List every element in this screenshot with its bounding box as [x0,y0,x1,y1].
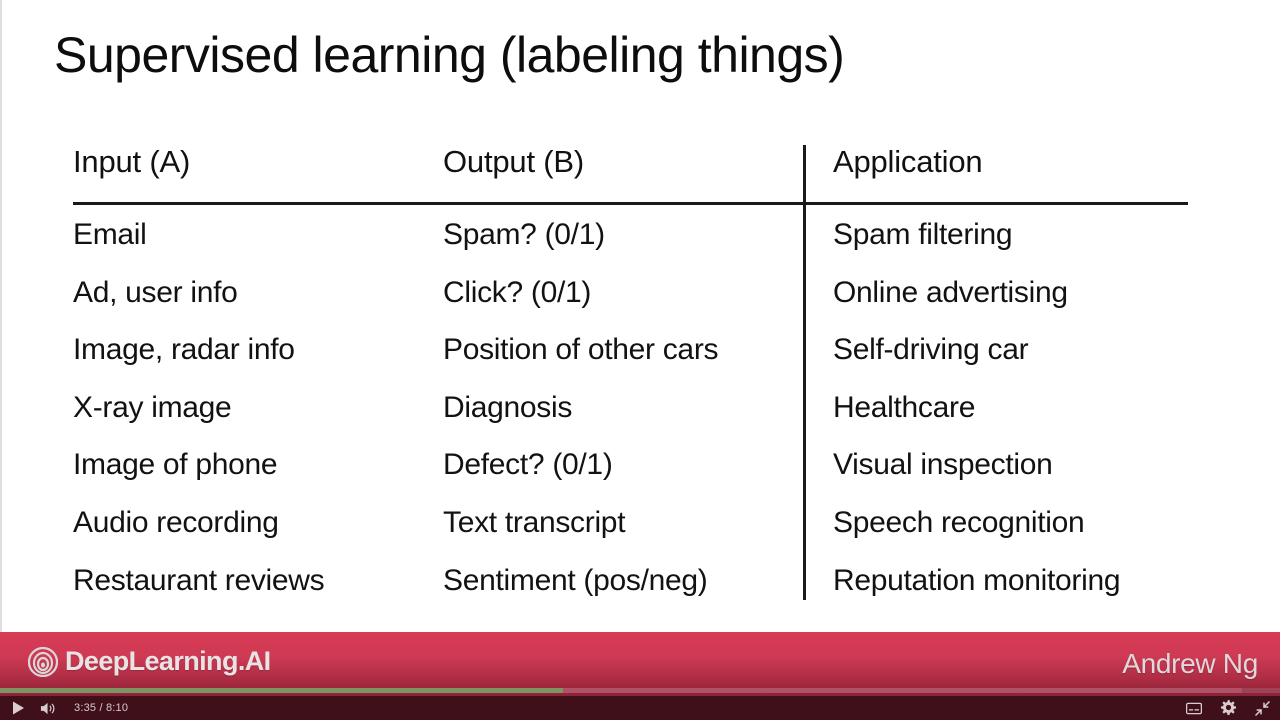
column-header-output: Output (B) [443,144,584,179]
table-cell-output: Diagnosis [443,390,573,424]
slide-canvas: Supervised learning (labeling things) In… [0,0,1280,632]
table-cell-input: Email [73,218,147,251]
table-cell-input: X-ray image [73,390,232,424]
table-cell-application: Online advertising [833,275,1068,309]
time-display: 3:35 / 8:10 [74,702,129,714]
table-cell-output: Position of other cars [443,333,719,367]
gear-icon[interactable] [1220,700,1236,716]
table-cell-output: Click? (0/1) [443,275,592,309]
column-cells-input: Email Ad, user info Image, radar info X-… [73,206,433,609]
table-cell-output: Defect? (0/1) [443,448,613,482]
table-column-input: Input (A) Email Ad, user info Image, rad… [73,134,433,609]
presenter-name: Andrew Ng [1122,648,1258,679]
supervised-learning-table: Input (A) Email Ad, user info Image, rad… [2,134,1280,614]
column-cells-output: Spam? (0/1) Click? (0/1) Position of oth… [443,206,798,609]
progress-bar[interactable] [0,688,1280,693]
column-cells-application: Spam filtering Online advertising Self-d… [833,206,1253,609]
table-cell-input: Audio recording [73,505,279,539]
brand-name: DeepLearning.AI [65,646,271,676]
table-cell-application: Healthcare [833,390,976,424]
captions-icon[interactable] [1186,700,1202,716]
column-header-input: Input (A) [73,144,191,179]
table-column-application: Application Spam filtering Online advert… [833,134,1253,609]
controls-right-group [1186,696,1270,720]
table-cell-output: Spam? (0/1) [443,218,605,251]
table-cell-output: Sentiment (pos/neg) [443,563,708,597]
play-icon[interactable] [10,700,26,716]
table-cell-input: Ad, user info [73,275,238,309]
table-cell-application: Reputation monitoring [833,563,1121,597]
column-header-application: Application [833,144,983,179]
video-player: Supervised learning (labeling things) In… [0,0,1280,720]
table-header-rule [73,202,1188,205]
progress-fill [0,688,564,693]
branding-footer: DeepLearning.AI Andrew Ng [0,632,1280,696]
player-control-bar: 3:35 / 8:10 [0,688,1280,720]
table-cell-application: Spam filtering [833,218,1013,251]
table-cell-input: Restaurant reviews [73,563,325,597]
table-cell-application: Speech recognition [833,505,1085,539]
table-column-output: Output (B) Spam? (0/1) Click? (0/1) Posi… [443,134,798,609]
brand-logo: DeepLearning.AI [27,646,271,677]
table-cell-input: Image, radar info [73,333,295,367]
table-cell-output: Text transcript [443,505,626,539]
table-cell-input: Image of phone [73,448,278,482]
table-cell-application: Self-driving car [833,333,1029,367]
table-cell-application: Visual inspection [833,448,1053,482]
table-column-divider [803,145,806,600]
exit-fullscreen-icon[interactable] [1254,700,1270,716]
deeplearning-ai-spiral-icon [27,646,59,677]
volume-icon[interactable] [40,700,56,716]
page-title: Supervised learning (labeling things) [54,27,845,83]
controls-left-group: 3:35 / 8:10 [10,696,128,720]
